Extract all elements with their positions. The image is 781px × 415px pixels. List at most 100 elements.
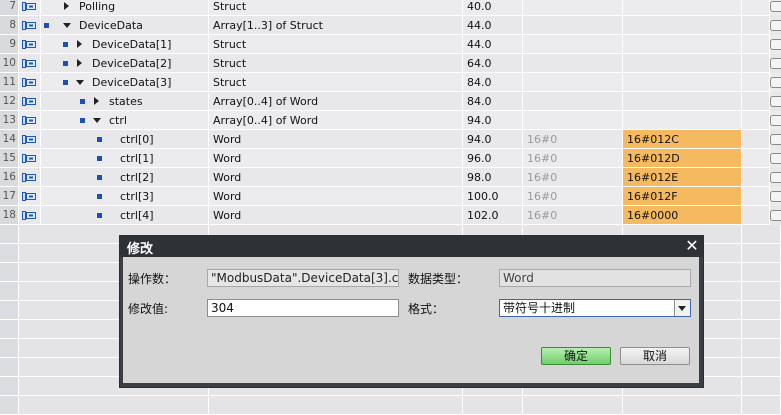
monitor-value-cell[interactable]: 16#012C bbox=[623, 130, 742, 149]
name-cell[interactable]: ctrl[0] bbox=[41, 130, 209, 149]
data-type-cell[interactable]: Word bbox=[209, 130, 463, 149]
chevron-down-icon[interactable] bbox=[674, 300, 690, 316]
monitor-value-cell[interactable] bbox=[623, 16, 742, 35]
name-cell[interactable]: ctrl[4] bbox=[41, 206, 209, 225]
start-value-cell[interactable]: 16#0 bbox=[523, 168, 623, 187]
name-cell[interactable]: ctrl bbox=[41, 111, 209, 130]
data-type-cell[interactable]: Struct bbox=[209, 73, 463, 92]
row-checkbox[interactable] bbox=[770, 210, 781, 221]
start-value-cell[interactable] bbox=[523, 54, 623, 73]
close-icon[interactable]: ✕ bbox=[685, 238, 699, 254]
row-checkbox[interactable] bbox=[770, 39, 781, 50]
monitor-value-cell[interactable]: 16#0000 bbox=[623, 206, 742, 225]
table-row[interactable]: 11 DeviceData[3] Struct 84.0 bbox=[0, 73, 781, 92]
row-checkbox[interactable] bbox=[770, 96, 781, 107]
monitor-value-cell[interactable] bbox=[623, 73, 742, 92]
name-cell[interactable]: DeviceData bbox=[41, 16, 209, 35]
table-row[interactable]: 12 states Array[0..4] of Word 84.0 bbox=[0, 92, 781, 111]
start-value-cell[interactable] bbox=[523, 0, 623, 16]
table-row[interactable]: 18 ctrl[4] Word 102.0 16#0 16#0000 bbox=[0, 206, 781, 225]
row-checkbox[interactable] bbox=[770, 153, 781, 164]
table-row[interactable]: 14 ctrl[0] Word 94.0 16#0 16#012C bbox=[0, 130, 781, 149]
offset-cell[interactable]: 84.0 bbox=[463, 73, 523, 92]
monitor-value-cell[interactable] bbox=[623, 111, 742, 130]
data-type-cell[interactable]: Array[1..3] of Struct bbox=[209, 16, 463, 35]
start-value-cell[interactable]: 16#0 bbox=[523, 149, 623, 168]
monitor-value-cell[interactable] bbox=[623, 92, 742, 111]
start-value-cell[interactable] bbox=[523, 35, 623, 54]
offset-cell[interactable]: 98.0 bbox=[463, 168, 523, 187]
name-cell[interactable]: DeviceData[2] bbox=[41, 54, 209, 73]
ok-button[interactable]: 确定 bbox=[541, 347, 611, 365]
data-type-cell[interactable]: Array[0..4] of Word bbox=[209, 111, 463, 130]
start-value-cell[interactable] bbox=[523, 73, 623, 92]
empty-cell bbox=[742, 54, 770, 73]
row-checkbox[interactable] bbox=[770, 191, 781, 202]
table-row[interactable]: 8 DeviceData Array[1..3] of Struct 44.0 bbox=[0, 16, 781, 35]
offset-cell[interactable]: 44.0 bbox=[463, 35, 523, 54]
row-checkbox[interactable] bbox=[770, 134, 781, 145]
expand-icon[interactable] bbox=[94, 97, 99, 105]
start-value-cell[interactable]: 16#0 bbox=[523, 206, 623, 225]
row-checkbox[interactable] bbox=[770, 58, 781, 69]
offset-cell[interactable]: 100.0 bbox=[463, 187, 523, 206]
monitor-value-cell[interactable]: 16#012E bbox=[623, 168, 742, 187]
start-value-cell[interactable] bbox=[523, 111, 623, 130]
collapse-icon[interactable] bbox=[63, 23, 71, 28]
start-value-cell[interactable]: 16#0 bbox=[523, 187, 623, 206]
row-checkbox[interactable] bbox=[770, 77, 781, 88]
row-checkbox[interactable] bbox=[770, 1, 781, 12]
modify-value-input[interactable]: 304 bbox=[207, 299, 399, 317]
monitor-value-cell[interactable]: 16#012F bbox=[623, 187, 742, 206]
offset-cell[interactable]: 94.0 bbox=[463, 111, 523, 130]
data-type-cell[interactable]: Array[0..4] of Word bbox=[209, 92, 463, 111]
cancel-button[interactable]: 取消 bbox=[620, 347, 690, 365]
name-cell[interactable]: ctrl[3] bbox=[41, 187, 209, 206]
expand-icon[interactable] bbox=[64, 2, 69, 10]
row-checkbox[interactable] bbox=[770, 115, 781, 126]
start-value-cell[interactable] bbox=[523, 92, 623, 111]
data-type-cell[interactable]: Word bbox=[209, 168, 463, 187]
row-checkbox[interactable] bbox=[770, 20, 781, 31]
data-type-cell[interactable]: Word bbox=[209, 187, 463, 206]
offset-cell[interactable]: 84.0 bbox=[463, 92, 523, 111]
table-row[interactable]: 17 ctrl[3] Word 100.0 16#0 16#012F bbox=[0, 187, 781, 206]
offset-cell[interactable]: 40.0 bbox=[463, 0, 523, 16]
member-bullet-icon bbox=[97, 137, 102, 142]
name-cell[interactable]: Polling bbox=[41, 0, 209, 16]
name-cell[interactable]: ctrl[1] bbox=[41, 149, 209, 168]
start-value-cell[interactable] bbox=[523, 16, 623, 35]
table-row[interactable]: 9 DeviceData[1] Struct 44.0 bbox=[0, 35, 781, 54]
monitor-value-cell[interactable]: 16#012D bbox=[623, 149, 742, 168]
name-cell[interactable]: DeviceData[3] bbox=[41, 73, 209, 92]
data-type-cell[interactable]: Word bbox=[209, 149, 463, 168]
expand-icon[interactable] bbox=[77, 59, 82, 67]
data-type-cell[interactable]: Word bbox=[209, 206, 463, 225]
expand-icon[interactable] bbox=[77, 40, 82, 48]
start-value-cell[interactable]: 16#0 bbox=[523, 130, 623, 149]
offset-cell[interactable]: 102.0 bbox=[463, 206, 523, 225]
name-cell[interactable]: states bbox=[41, 92, 209, 111]
table-row[interactable]: 7 Polling Struct 40.0 bbox=[0, 0, 781, 16]
monitor-value-cell[interactable] bbox=[623, 0, 742, 16]
name-cell[interactable]: ctrl[2] bbox=[41, 168, 209, 187]
data-type-cell[interactable]: Struct bbox=[209, 54, 463, 73]
dialog-title-bar[interactable]: 修改 ✕ bbox=[120, 236, 703, 257]
monitor-value-cell[interactable] bbox=[623, 35, 742, 54]
collapse-icon[interactable] bbox=[93, 118, 101, 123]
monitor-value-cell[interactable] bbox=[623, 54, 742, 73]
table-row[interactable]: 16 ctrl[2] Word 98.0 16#0 16#012E bbox=[0, 168, 781, 187]
offset-cell[interactable]: 44.0 bbox=[463, 16, 523, 35]
data-type-cell[interactable]: Struct bbox=[209, 35, 463, 54]
name-cell[interactable]: DeviceData[1] bbox=[41, 35, 209, 54]
table-row[interactable]: 13 ctrl Array[0..4] of Word 94.0 bbox=[0, 111, 781, 130]
collapse-icon[interactable] bbox=[76, 80, 84, 85]
data-type-cell[interactable]: Struct bbox=[209, 0, 463, 16]
table-row[interactable]: 10 DeviceData[2] Struct 64.0 bbox=[0, 54, 781, 73]
format-select[interactable]: 带符号十进制 bbox=[499, 299, 691, 317]
offset-cell[interactable]: 64.0 bbox=[463, 54, 523, 73]
row-checkbox[interactable] bbox=[770, 172, 781, 183]
offset-cell[interactable]: 94.0 bbox=[463, 130, 523, 149]
table-row[interactable]: 15 ctrl[1] Word 96.0 16#0 16#012D bbox=[0, 149, 781, 168]
offset-cell[interactable]: 96.0 bbox=[463, 149, 523, 168]
